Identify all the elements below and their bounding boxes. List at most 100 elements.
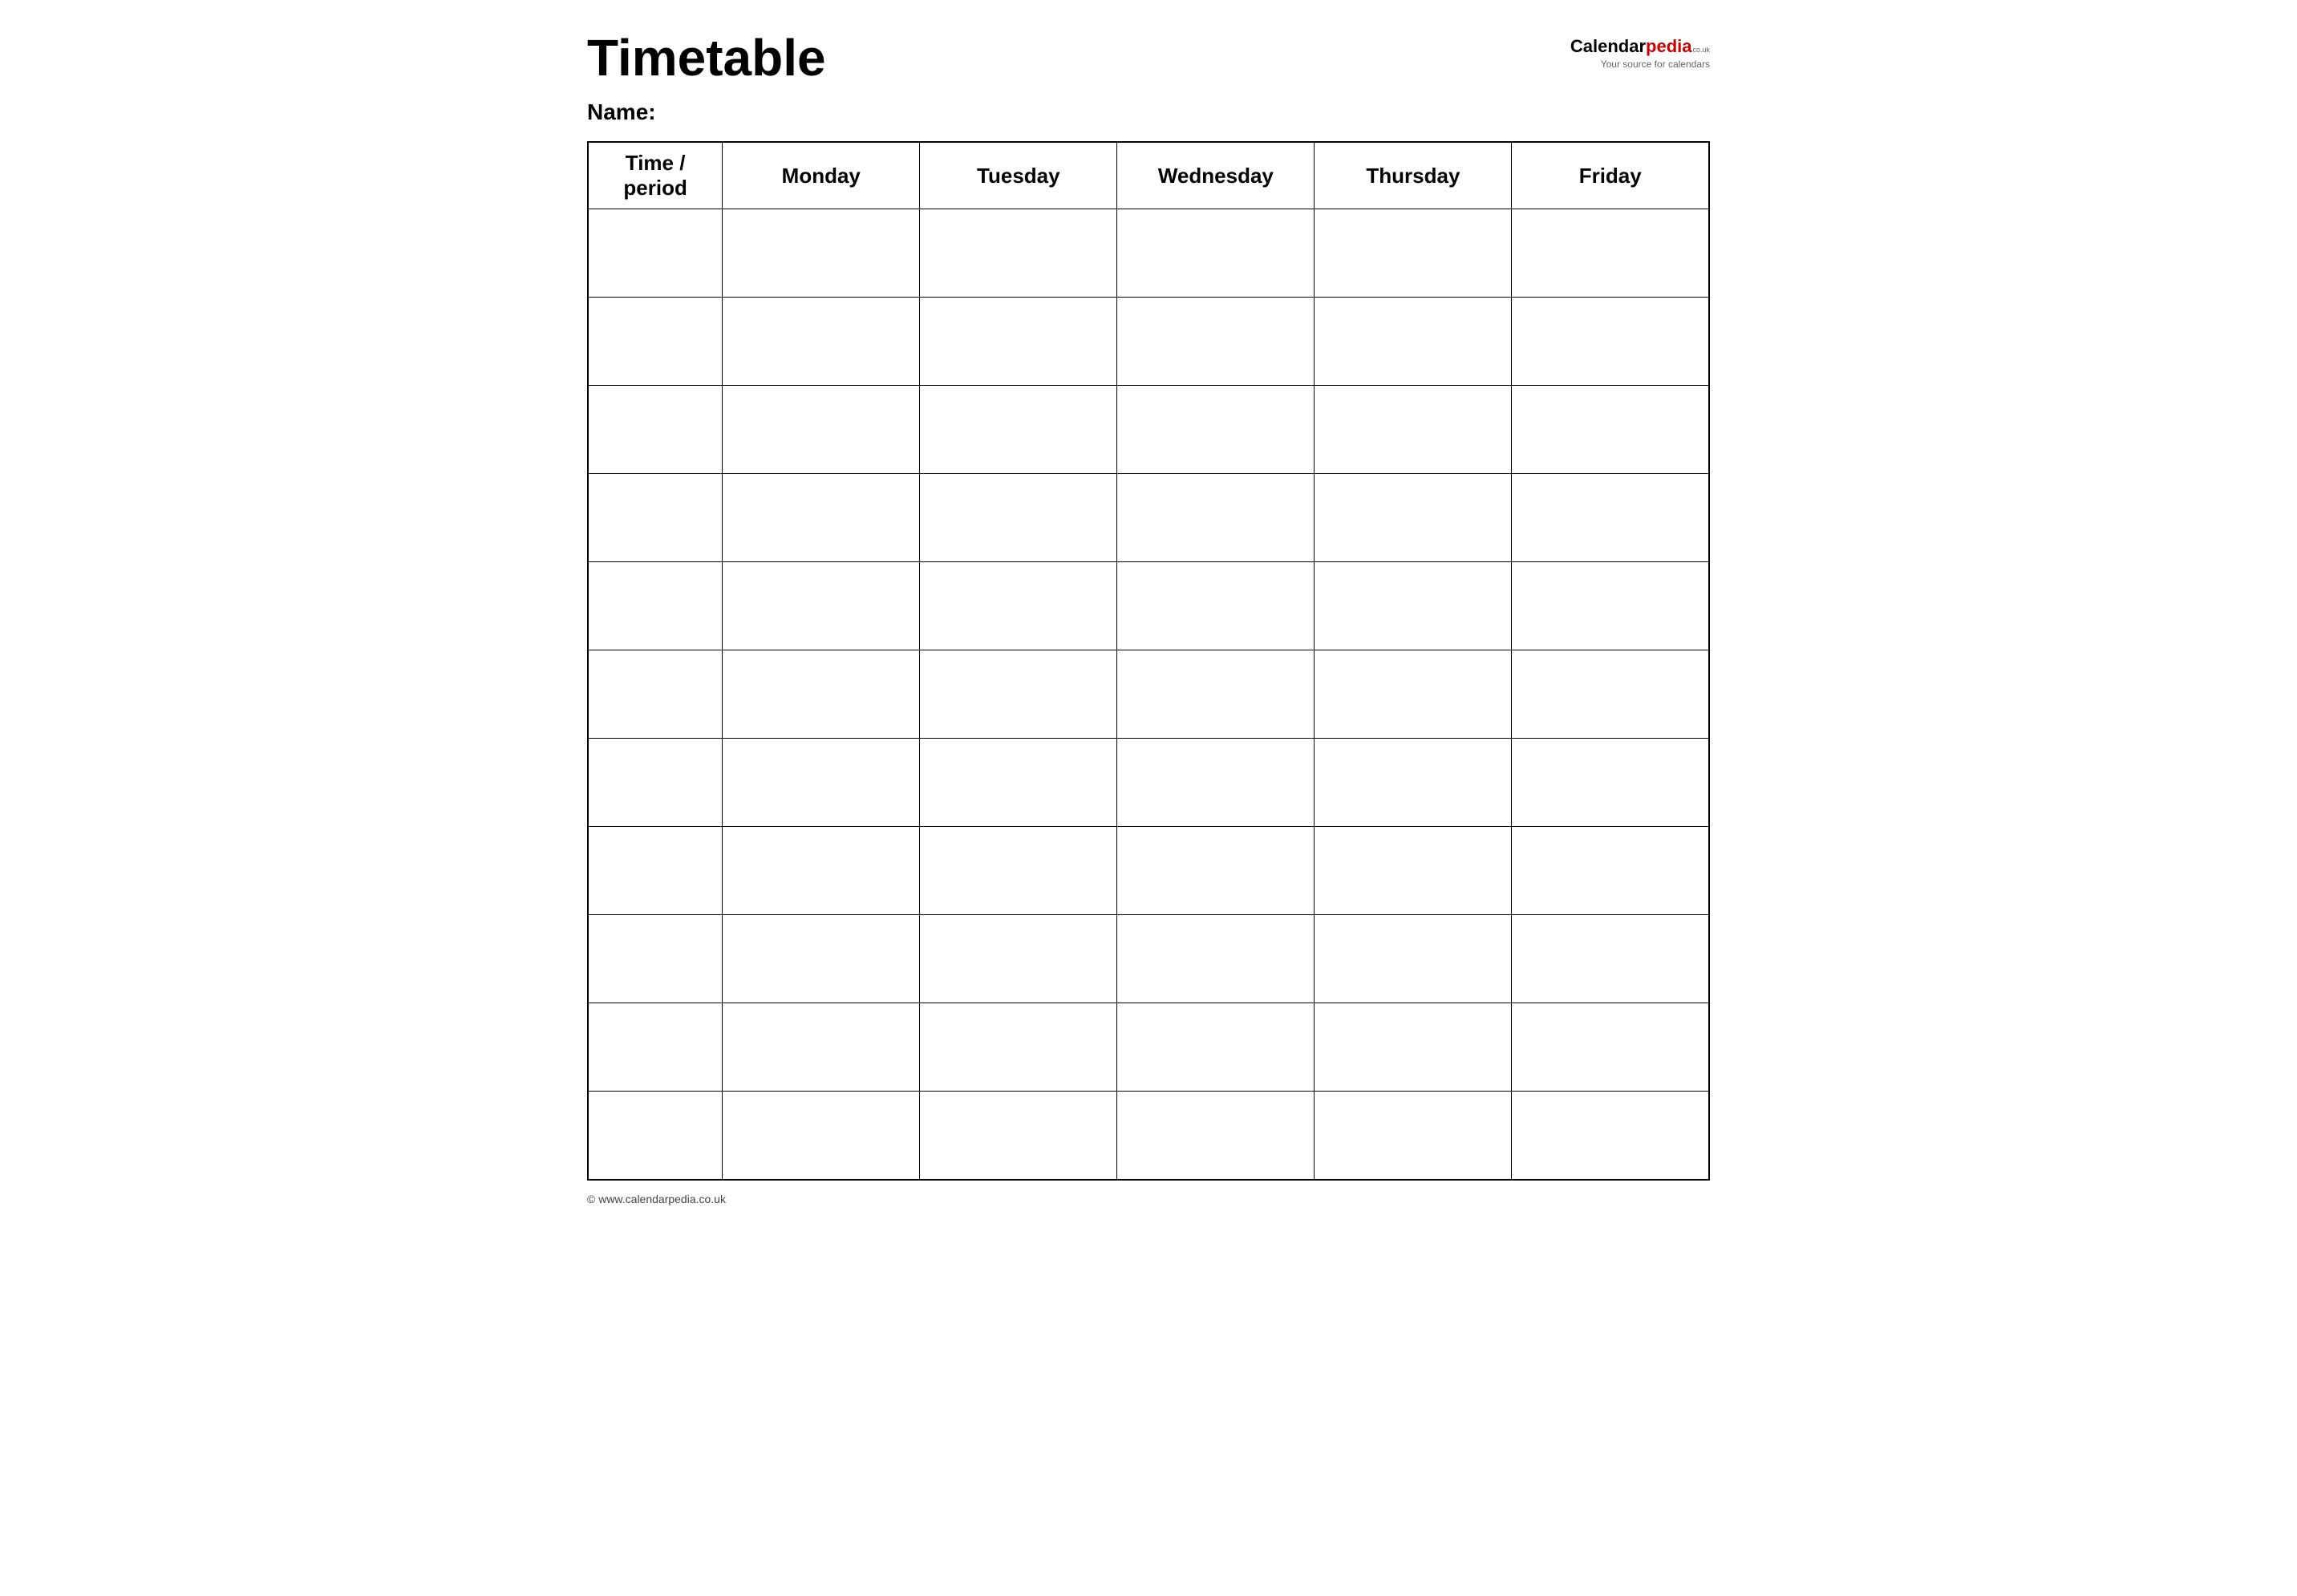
table-row bbox=[588, 650, 1709, 739]
page-wrapper: Timetable Calendarpediaco.uk Your source… bbox=[587, 32, 1710, 1205]
day-cell[interactable] bbox=[920, 915, 1117, 1003]
footer: © www.calendarpedia.co.uk bbox=[587, 1193, 1710, 1205]
day-cell[interactable] bbox=[1512, 1092, 1709, 1180]
day-cell[interactable] bbox=[920, 298, 1117, 386]
day-cell[interactable] bbox=[920, 827, 1117, 915]
day-cell[interactable] bbox=[723, 209, 920, 298]
logo-text: Calendarpediaco.uk bbox=[1570, 36, 1710, 57]
day-cell[interactable] bbox=[1315, 1092, 1512, 1180]
day-cell[interactable] bbox=[1315, 474, 1512, 562]
day-cell[interactable] bbox=[723, 827, 920, 915]
timetable-body bbox=[588, 209, 1709, 1180]
day-cell[interactable] bbox=[1117, 739, 1315, 827]
logo-container: Calendarpediaco.uk Your source for calen… bbox=[1570, 32, 1710, 70]
day-cell[interactable] bbox=[1315, 562, 1512, 650]
day-cell[interactable] bbox=[1315, 650, 1512, 739]
time-cell[interactable] bbox=[588, 1092, 723, 1180]
table-header-row: Time / period Monday Tuesday Wednesday T… bbox=[588, 142, 1709, 209]
day-cell[interactable] bbox=[723, 1003, 920, 1092]
table-row bbox=[588, 209, 1709, 298]
time-cell[interactable] bbox=[588, 915, 723, 1003]
table-row bbox=[588, 562, 1709, 650]
day-cell[interactable] bbox=[920, 1092, 1117, 1180]
col-header-friday: Friday bbox=[1512, 142, 1709, 209]
day-cell[interactable] bbox=[1512, 209, 1709, 298]
table-row bbox=[588, 739, 1709, 827]
footer-url: © www.calendarpedia.co.uk bbox=[587, 1193, 726, 1205]
table-row bbox=[588, 1092, 1709, 1180]
name-row: Name: bbox=[587, 99, 1710, 125]
time-cell[interactable] bbox=[588, 827, 723, 915]
day-cell[interactable] bbox=[1117, 386, 1315, 474]
day-cell[interactable] bbox=[1512, 298, 1709, 386]
time-cell[interactable] bbox=[588, 1003, 723, 1092]
day-cell[interactable] bbox=[1512, 739, 1709, 827]
day-cell[interactable] bbox=[1117, 650, 1315, 739]
day-cell[interactable] bbox=[1117, 298, 1315, 386]
day-cell[interactable] bbox=[920, 739, 1117, 827]
table-row bbox=[588, 1003, 1709, 1092]
logo: Calendarpediaco.uk bbox=[1570, 36, 1710, 57]
day-cell[interactable] bbox=[920, 1003, 1117, 1092]
logo-pedia: pedia bbox=[1646, 36, 1691, 57]
day-cell[interactable] bbox=[1315, 209, 1512, 298]
day-cell[interactable] bbox=[1512, 650, 1709, 739]
day-cell[interactable] bbox=[1117, 474, 1315, 562]
table-row bbox=[588, 474, 1709, 562]
time-cell[interactable] bbox=[588, 474, 723, 562]
day-cell[interactable] bbox=[1117, 1092, 1315, 1180]
time-cell[interactable] bbox=[588, 386, 723, 474]
day-cell[interactable] bbox=[1315, 827, 1512, 915]
day-cell[interactable] bbox=[920, 650, 1117, 739]
logo-subtitle: Your source for calendars bbox=[1601, 59, 1710, 70]
day-cell[interactable] bbox=[1512, 562, 1709, 650]
day-cell[interactable] bbox=[920, 386, 1117, 474]
logo-couk: co.uk bbox=[1692, 46, 1710, 54]
time-cell[interactable] bbox=[588, 209, 723, 298]
timetable: Time / period Monday Tuesday Wednesday T… bbox=[587, 141, 1710, 1181]
day-cell[interactable] bbox=[920, 209, 1117, 298]
time-cell[interactable] bbox=[588, 298, 723, 386]
day-cell[interactable] bbox=[1512, 474, 1709, 562]
col-header-monday: Monday bbox=[723, 142, 920, 209]
day-cell[interactable] bbox=[1315, 1003, 1512, 1092]
day-cell[interactable] bbox=[920, 562, 1117, 650]
day-cell[interactable] bbox=[920, 474, 1117, 562]
day-cell[interactable] bbox=[723, 1092, 920, 1180]
day-cell[interactable] bbox=[1315, 386, 1512, 474]
day-cell[interactable] bbox=[1512, 1003, 1709, 1092]
time-cell[interactable] bbox=[588, 739, 723, 827]
table-row bbox=[588, 827, 1709, 915]
day-cell[interactable] bbox=[723, 562, 920, 650]
col-header-wednesday: Wednesday bbox=[1117, 142, 1315, 209]
day-cell[interactable] bbox=[1512, 827, 1709, 915]
day-cell[interactable] bbox=[723, 915, 920, 1003]
day-cell[interactable] bbox=[1117, 1003, 1315, 1092]
day-cell[interactable] bbox=[1117, 827, 1315, 915]
day-cell[interactable] bbox=[723, 474, 920, 562]
table-row bbox=[588, 298, 1709, 386]
day-cell[interactable] bbox=[1315, 298, 1512, 386]
name-label: Name: bbox=[587, 99, 656, 124]
day-cell[interactable] bbox=[1315, 739, 1512, 827]
page-title: Timetable bbox=[587, 32, 826, 83]
table-row bbox=[588, 915, 1709, 1003]
table-row bbox=[588, 386, 1709, 474]
col-header-tuesday: Tuesday bbox=[920, 142, 1117, 209]
day-cell[interactable] bbox=[1117, 915, 1315, 1003]
logo-calendar: Calendar bbox=[1570, 36, 1646, 57]
day-cell[interactable] bbox=[1117, 562, 1315, 650]
time-cell[interactable] bbox=[588, 650, 723, 739]
day-cell[interactable] bbox=[723, 650, 920, 739]
col-header-time: Time / period bbox=[588, 142, 723, 209]
day-cell[interactable] bbox=[723, 739, 920, 827]
col-header-thursday: Thursday bbox=[1315, 142, 1512, 209]
time-cell[interactable] bbox=[588, 562, 723, 650]
header-row: Timetable Calendarpediaco.uk Your source… bbox=[587, 32, 1710, 83]
day-cell[interactable] bbox=[723, 386, 920, 474]
day-cell[interactable] bbox=[1512, 915, 1709, 1003]
day-cell[interactable] bbox=[1117, 209, 1315, 298]
day-cell[interactable] bbox=[1512, 386, 1709, 474]
day-cell[interactable] bbox=[1315, 915, 1512, 1003]
day-cell[interactable] bbox=[723, 298, 920, 386]
